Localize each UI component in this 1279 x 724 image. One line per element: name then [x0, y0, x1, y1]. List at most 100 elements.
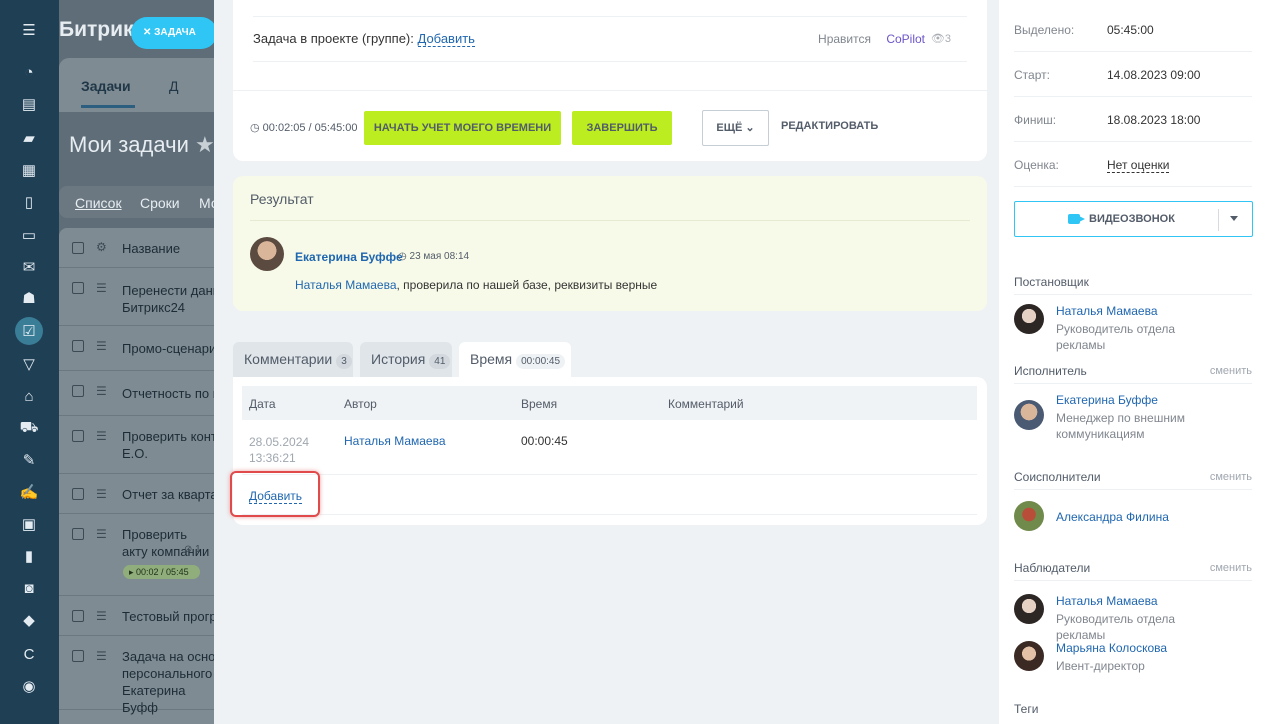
project-add-link[interactable]: Добавить	[417, 31, 475, 47]
table-row[interactable]: ☰ Перенести данн Битрикс24	[59, 268, 219, 326]
activity-icon[interactable]: ◔	[19, 62, 39, 82]
avatar[interactable]	[250, 237, 284, 271]
shop-cart-icon[interactable]: ⛟	[19, 418, 39, 438]
column-name: Название	[122, 241, 181, 256]
gear-icon[interactable]: ⚙	[96, 240, 108, 254]
select-all-checkbox[interactable]	[72, 242, 84, 254]
row-author[interactable]: Наталья Мамаева	[344, 434, 446, 448]
change-link[interactable]: сменить	[1210, 562, 1252, 574]
company-icon[interactable]: ⌂	[19, 386, 39, 406]
person-name[interactable]: Наталья Мамаева	[1056, 594, 1158, 608]
drag-handle-icon[interactable]: ☰	[96, 649, 108, 663]
chat-icon[interactable]: ▰	[19, 128, 39, 148]
row-checkbox[interactable]	[72, 385, 84, 397]
menu-burger-icon[interactable]: ☰	[19, 20, 39, 40]
drag-handle-icon[interactable]: ☰	[96, 487, 108, 501]
person-name[interactable]: Марьяна Колоскова	[1056, 641, 1167, 655]
avatar[interactable]	[1014, 641, 1044, 671]
calendar-icon[interactable]: ▦	[19, 160, 39, 180]
video-call-button[interactable]: ВИДЕОЗВОНОК	[1014, 201, 1253, 237]
tab-tasks[interactable]: Задачи	[81, 78, 135, 108]
copilot-link[interactable]: CoPilot	[886, 32, 925, 46]
row-checkbox[interactable]	[72, 340, 84, 352]
result-author[interactable]: Екатерина Буффе	[295, 250, 403, 264]
row-checkbox[interactable]	[72, 488, 84, 500]
task-name[interactable]: Тестовый прогр	[122, 608, 219, 625]
crm-funnel-icon[interactable]: ▽	[19, 354, 39, 374]
task-slider-badge[interactable]: ✕ ЗАДАЧА	[131, 17, 217, 49]
forms-icon[interactable]: ✎	[19, 450, 39, 470]
drag-handle-icon[interactable]: ☰	[96, 384, 108, 398]
task-name[interactable]: Перенести данн Битрикс24	[122, 282, 219, 316]
avatar[interactable]	[1014, 304, 1044, 334]
field-start[interactable]: Старт: 14.08.2023 09:00	[1014, 52, 1252, 97]
result-date: ◷ 23 мая 08:14	[398, 251, 470, 262]
avatar[interactable]	[1014, 400, 1044, 430]
result-divider	[250, 220, 970, 221]
table-row[interactable]: ☰ Отчет за кварта	[59, 474, 219, 514]
tab-history[interactable]: История 41	[360, 342, 452, 377]
contacts-icon[interactable]: ▣	[19, 514, 39, 534]
task-name[interactable]: Проверить конт Е.О.	[122, 428, 219, 462]
robot-icon[interactable]: ◙	[19, 578, 39, 598]
person-name[interactable]: Екатерина Буффе	[1056, 393, 1158, 407]
field-finish[interactable]: Финиш: 18.08.2023 18:00	[1014, 97, 1252, 142]
finish-button[interactable]: ЗАВЕРШИТЬ	[572, 111, 672, 145]
drag-handle-icon[interactable]: ☰	[96, 339, 108, 353]
change-link[interactable]: сменить	[1210, 471, 1252, 483]
drag-handle-icon[interactable]: ☰	[96, 281, 108, 295]
drag-handle-icon[interactable]: ☰	[96, 527, 108, 541]
tab-second[interactable]: Д	[169, 78, 178, 94]
chevron-down-icon[interactable]	[1230, 216, 1238, 221]
row-checkbox[interactable]	[72, 528, 84, 540]
row-checkbox[interactable]	[72, 650, 84, 662]
task-name[interactable]: Отчет за кварта	[122, 486, 219, 503]
more-chevron-icon[interactable]: ◉	[19, 676, 39, 696]
view-list[interactable]: Список	[75, 195, 122, 211]
mail-icon[interactable]: ✉	[19, 257, 39, 277]
employees-icon[interactable]: ☗	[19, 288, 39, 308]
feed-icon[interactable]: ▤	[19, 94, 39, 114]
analytics-icon[interactable]: ▮	[19, 546, 39, 566]
task-name[interactable]: Отчетность по м	[122, 385, 219, 402]
field-rating[interactable]: Оценка: Нет оценки	[1014, 142, 1252, 187]
drag-handle-icon[interactable]: ☰	[96, 429, 108, 443]
table-row[interactable]: ☰ Задача на осно персонального Екатерина…	[59, 636, 219, 715]
row-checkbox[interactable]	[72, 282, 84, 294]
store-icon[interactable]: ◆	[19, 610, 39, 630]
left-menu-rail: ☰ ◔ ▤ ▰ ▦ ▯ ▭ ✉ ☗ ☑ ▽ ⌂ ⛟ ✎ ✍ ▣ ▮ ◙ ◆ C …	[0, 0, 59, 724]
table-row[interactable]: ☰ Проверить конт Е.О.	[59, 416, 219, 474]
row-timer-chip[interactable]: ▸ 00:02 / 05:45	[123, 565, 200, 579]
more-button[interactable]: ЕЩЁ ⌄	[702, 110, 769, 146]
edit-button[interactable]: РЕДАКТИРОВАТЬ	[781, 120, 878, 132]
document-icon[interactable]: ▯	[19, 192, 39, 212]
table-row[interactable]: ☰ Отчетность по м	[59, 371, 219, 416]
tasks-icon[interactable]: ☑	[15, 317, 43, 345]
table-row[interactable]: ☰ Тестовый прогр	[59, 596, 219, 636]
row-checkbox[interactable]	[72, 430, 84, 442]
avatar[interactable]	[1014, 501, 1044, 531]
tab-time[interactable]: Время 00:00:45	[459, 342, 571, 378]
drive-icon[interactable]: ▭	[19, 225, 39, 245]
person-name[interactable]: Александра Филина	[1056, 510, 1169, 524]
task-card: Задача в проекте (группе): Добавить Нрав…	[233, 0, 987, 161]
table-row[interactable]: ☰ Промо-сценари	[59, 326, 219, 371]
row-checkbox[interactable]	[72, 610, 84, 622]
person-name[interactable]: Наталья Мамаева	[1056, 304, 1158, 318]
tab-comments[interactable]: Комментарии 3	[233, 342, 353, 377]
table-row[interactable]: ☰ Проверить акту компании ⊘ 1 ▸ 00:02 / …	[59, 514, 219, 596]
sign-icon[interactable]: ✍	[19, 482, 39, 502]
start-time-button[interactable]: НАЧАТЬ УЧЕТ МОЕГО ВРЕМЕНИ	[364, 111, 561, 145]
avatar[interactable]	[1014, 594, 1044, 624]
task-name[interactable]: Задача на осно персонального Екатерина Б…	[122, 648, 218, 716]
section-auditors: Наблюдатели сменить	[1014, 557, 1252, 581]
change-link[interactable]: сменить	[1210, 365, 1252, 377]
view-deadlines[interactable]: Сроки	[140, 195, 180, 211]
col-comment: Комментарий	[668, 397, 744, 411]
drag-handle-icon[interactable]: ☰	[96, 609, 108, 623]
like-link[interactable]: Нравится	[818, 32, 871, 46]
result-mention[interactable]: Наталья Мамаева	[295, 278, 397, 292]
star-icon[interactable]: ★	[195, 132, 215, 157]
copilot-c-icon[interactable]: C	[19, 644, 39, 664]
task-name[interactable]: Промо-сценари	[122, 340, 219, 357]
